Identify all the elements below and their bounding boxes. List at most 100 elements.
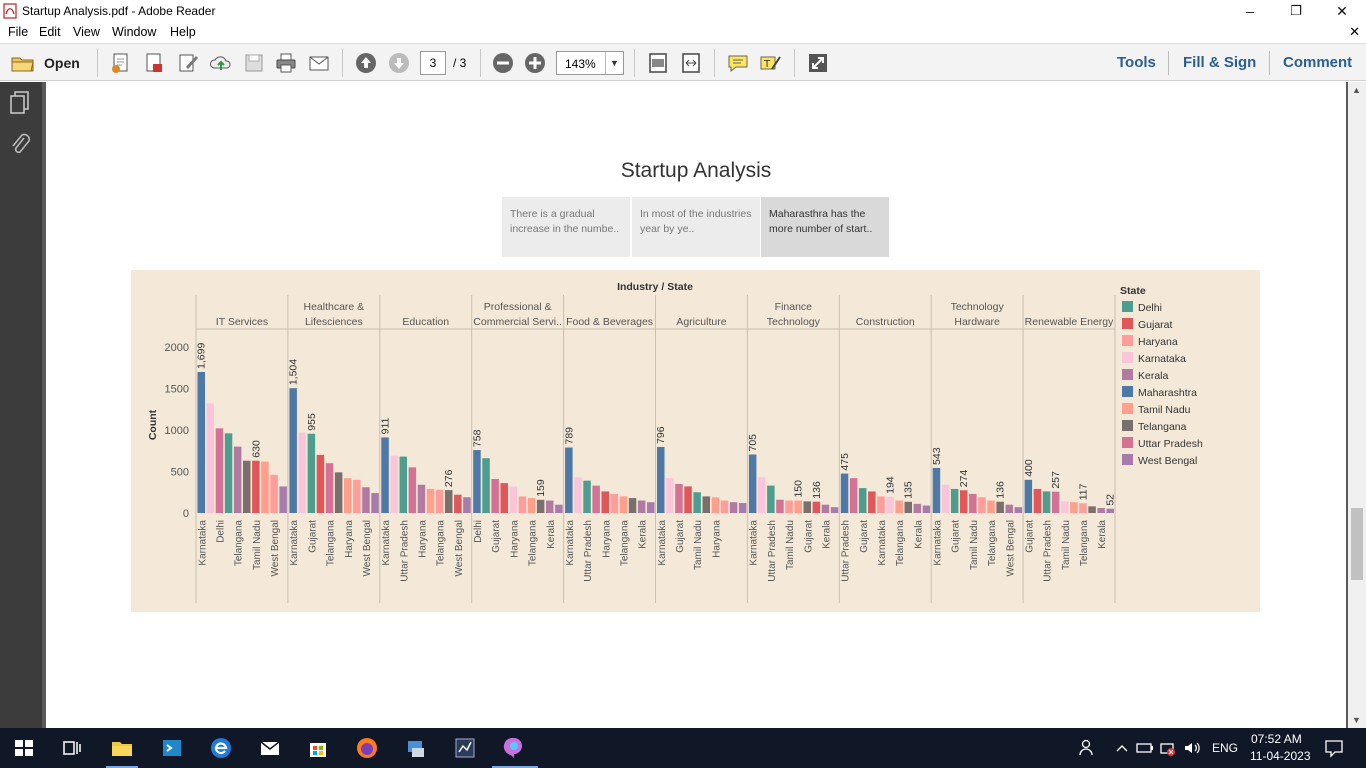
- x-tick-label: Haryana: [711, 520, 722, 558]
- file-explorer-icon[interactable]: [110, 736, 134, 760]
- page-number-input[interactable]: 3: [420, 51, 446, 75]
- y-tick-label: 1000: [165, 425, 189, 437]
- close-document-icon[interactable]: ✕: [1349, 24, 1360, 40]
- bar-telangana: [1088, 506, 1096, 513]
- bar-karnataka: [206, 403, 215, 513]
- legend-label: Tamil Nadu: [1138, 404, 1191, 416]
- task-view-icon[interactable]: [60, 736, 84, 760]
- previous-page-icon[interactable]: [354, 51, 378, 75]
- story-point-1[interactable]: There is a gradual increase in the numbe…: [502, 197, 630, 257]
- control-panel-icon[interactable]: [404, 736, 428, 760]
- highlight-text-icon[interactable]: T: [758, 51, 782, 75]
- mail-icon[interactable]: [258, 736, 282, 760]
- legend-swatch: [1122, 369, 1133, 380]
- page-total: / 3: [453, 56, 467, 70]
- full-screen-icon[interactable]: [806, 51, 830, 75]
- x-tick-label: Haryana: [344, 520, 355, 558]
- restore-button[interactable]: ❐: [1273, 0, 1319, 22]
- x-tick-label: Uttar Pradesh: [583, 520, 594, 582]
- firefox-icon[interactable]: [355, 736, 379, 760]
- menu-help[interactable]: Help: [170, 25, 196, 39]
- upload-cloud-icon[interactable]: [209, 51, 233, 75]
- fill-sign-button[interactable]: Fill & Sign: [1183, 54, 1256, 71]
- clock-time[interactable]: 07:52 AM: [1251, 732, 1302, 746]
- zoom-select[interactable]: 143% ▼: [556, 51, 624, 75]
- volume-icon[interactable]: [1180, 736, 1204, 760]
- separator: [342, 49, 343, 77]
- industry-header-label: Technology: [951, 301, 1005, 313]
- bar-gujarat: [812, 501, 821, 513]
- close-button[interactable]: ✕: [1319, 0, 1365, 22]
- attachments-icon[interactable]: [8, 132, 32, 158]
- fit-page-icon[interactable]: [646, 51, 670, 75]
- x-tick-label: Gujarat: [803, 520, 814, 553]
- menu-edit[interactable]: Edit: [39, 25, 61, 39]
- bar-tamil-nadu: [1070, 502, 1078, 513]
- scroll-up-icon[interactable]: ▲: [1352, 85, 1361, 95]
- fit-width-icon[interactable]: [679, 51, 703, 75]
- x-tick-label: Tamil Nadu: [969, 520, 980, 570]
- tools-button[interactable]: Tools: [1117, 54, 1156, 71]
- navigation-panel: [0, 82, 42, 728]
- data-label: 1,699: [196, 343, 208, 369]
- bar-haryana: [610, 493, 619, 513]
- clock-date[interactable]: 11-04-2023: [1250, 749, 1311, 763]
- store-icon[interactable]: [306, 736, 330, 760]
- bar-maharashtra: [565, 447, 573, 513]
- bar-karnataka: [666, 478, 674, 513]
- bar-haryana: [1079, 503, 1087, 513]
- chevron-down-icon[interactable]: ▼: [605, 52, 623, 74]
- vertical-scrollbar[interactable]: ▲ ▼: [1348, 82, 1366, 728]
- legend-label: West Bengal: [1138, 455, 1197, 467]
- save-icon[interactable]: [242, 51, 266, 75]
- paint-icon[interactable]: [502, 736, 526, 760]
- legend-label: Delhi: [1138, 302, 1162, 314]
- bar-gujarat: [500, 483, 508, 513]
- edge-browser-icon[interactable]: [209, 736, 233, 760]
- terminal-app-icon[interactable]: [160, 736, 184, 760]
- notifications-icon[interactable]: [1322, 736, 1346, 760]
- people-icon[interactable]: [1076, 736, 1100, 760]
- comment-button[interactable]: Comment: [1283, 54, 1352, 71]
- bar-west-bengal: [1106, 508, 1114, 513]
- chevron-up-icon[interactable]: [1110, 736, 1134, 760]
- legend-swatch: [1122, 301, 1133, 312]
- print-icon[interactable]: [274, 51, 298, 75]
- x-tick-label: Kerala: [821, 520, 832, 549]
- export-pdf-icon[interactable]: [142, 51, 166, 75]
- menu-file[interactable]: File: [8, 25, 28, 39]
- bar-kerala: [233, 446, 242, 513]
- scroll-thumb[interactable]: [1351, 508, 1363, 580]
- data-label: 911: [380, 417, 392, 434]
- battery-icon[interactable]: [1133, 736, 1157, 760]
- x-tick-label: Tamil Nadu: [252, 520, 263, 570]
- edit-pdf-icon[interactable]: [176, 51, 200, 75]
- bar-delhi: [307, 433, 316, 513]
- minimize-button[interactable]: –: [1227, 0, 1273, 22]
- bar-west-bengal: [830, 507, 839, 513]
- network-disconnected-icon[interactable]: [1156, 736, 1180, 760]
- create-pdf-icon[interactable]: [109, 51, 133, 75]
- page-thumbnails-icon[interactable]: [8, 90, 32, 116]
- scroll-down-icon[interactable]: ▼: [1352, 715, 1361, 725]
- sticky-note-icon[interactable]: [726, 51, 750, 75]
- zoom-in-icon[interactable]: [523, 51, 547, 75]
- bar-kerala: [417, 484, 426, 513]
- next-page-icon[interactable]: [387, 51, 411, 75]
- email-icon[interactable]: [307, 51, 331, 75]
- zoom-out-icon[interactable]: [491, 51, 515, 75]
- windows-start-icon[interactable]: [12, 736, 36, 760]
- menu-view[interactable]: View: [73, 25, 100, 39]
- story-point-2[interactable]: In most of the industries year by ye..: [632, 197, 760, 257]
- data-label: 159: [535, 479, 547, 497]
- document-area: Startup Analysis There is a gradual incr…: [42, 82, 1348, 728]
- window-title: Startup Analysis.pdf - Adobe Reader: [22, 4, 216, 18]
- story-point-3[interactable]: Maharasthra has the more number of start…: [761, 197, 889, 257]
- bar-west-bengal: [647, 502, 655, 513]
- separator: [634, 49, 635, 77]
- bar-west-bengal: [371, 493, 379, 513]
- menu-window[interactable]: Window: [112, 25, 156, 39]
- tableau-icon[interactable]: [453, 736, 477, 760]
- x-tick-label: Gujarat: [859, 520, 870, 553]
- language-indicator[interactable]: ENG: [1212, 741, 1238, 755]
